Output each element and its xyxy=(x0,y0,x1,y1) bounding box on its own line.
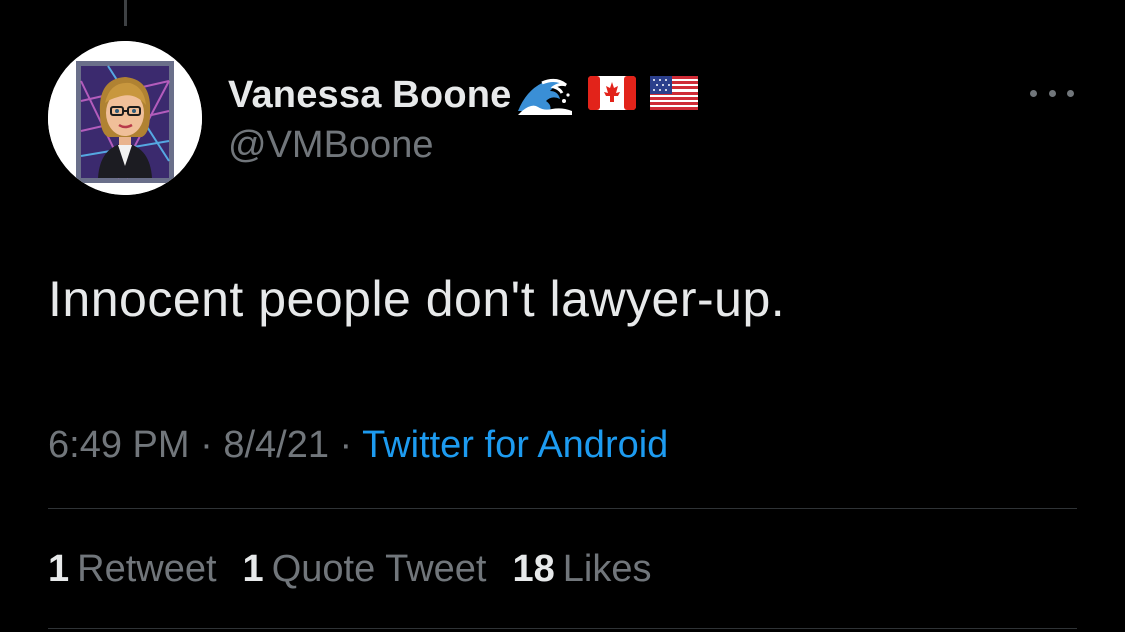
tweet-stats: 1 Retweet 1 Quote Tweet 18 Likes xyxy=(48,548,651,591)
divider-top xyxy=(48,508,1077,509)
quote-tweets-label: Quote Tweet xyxy=(271,548,487,590)
meta-separator: · xyxy=(328,424,363,466)
divider-bottom xyxy=(48,628,1077,629)
likes-count: 18 xyxy=(512,548,555,590)
wave-icon xyxy=(516,71,574,120)
thread-connector-line xyxy=(124,0,127,26)
quote-tweets-stat[interactable]: 1 Quote Tweet xyxy=(243,548,487,591)
tweet-metadata: 6:49 PM · 8/4/21 · Twitter for Android xyxy=(48,424,668,467)
likes-stat[interactable]: 18 Likes xyxy=(512,548,651,591)
tweet-time[interactable]: 6:49 PM xyxy=(48,424,190,466)
avatar[interactable] xyxy=(48,41,202,195)
quote-tweets-count: 1 xyxy=(242,548,264,590)
author-display-name[interactable]: Vanessa Boone xyxy=(228,74,512,117)
retweets-stat[interactable]: 1 Retweet xyxy=(48,548,217,591)
tweet-date[interactable]: 8/4/21 xyxy=(223,424,329,466)
flag-canada-icon xyxy=(587,75,636,115)
likes-label: Likes xyxy=(562,548,652,590)
retweets-label: Retweet xyxy=(77,548,217,590)
author-name-row[interactable]: Vanessa Boone xyxy=(228,70,698,120)
tweet-text: Innocent people don't lawyer-up. xyxy=(48,271,786,327)
more-options-icon[interactable] xyxy=(1030,84,1074,102)
author-handle[interactable]: @VMBoone xyxy=(228,124,433,167)
retweets-count: 1 xyxy=(48,548,70,590)
flag-usa-icon xyxy=(649,75,698,115)
avatar-bitmoji-icon xyxy=(48,41,202,195)
tweet-source-link[interactable]: Twitter for Android xyxy=(362,424,668,466)
meta-separator: · xyxy=(189,424,224,466)
